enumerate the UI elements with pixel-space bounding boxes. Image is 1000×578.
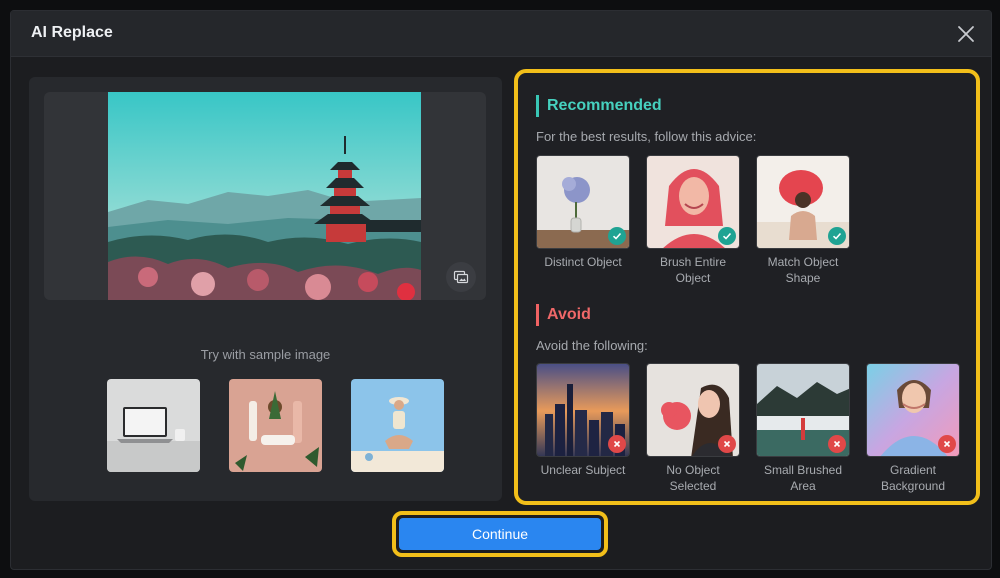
tip-thumbnail	[646, 155, 740, 249]
tip-caption: No Object Selected	[666, 463, 720, 493]
avoid-no-object-selected: No Object Selected	[646, 363, 740, 494]
check-icon	[718, 227, 736, 245]
tip-match-object-shape: Match Object Shape	[756, 155, 850, 286]
tip-distinct-object: Distinct Object	[536, 155, 630, 270]
tip-brush-entire-object: Brush Entire Object	[646, 155, 740, 286]
tip-thumbnail	[756, 363, 850, 457]
preview-area	[44, 92, 486, 300]
tip-caption: Brush Entire Object	[659, 255, 727, 285]
tip-thumbnail	[536, 155, 630, 249]
dialog-titlebar: AI Replace	[11, 11, 991, 57]
cross-icon	[938, 435, 956, 453]
cross-icon	[718, 435, 736, 453]
preview-image	[108, 92, 421, 300]
image-compare-icon[interactable]	[446, 262, 476, 292]
check-icon	[608, 227, 626, 245]
avoid-gradient-background: Gradient Background	[866, 363, 960, 494]
sample-image-label: Try with sample image	[200, 347, 331, 362]
avoid-small-brushed-area: Small Brushed Area	[756, 363, 850, 494]
tip-thumbnail	[756, 155, 850, 249]
tip-caption: Small Brushed Area	[763, 463, 843, 493]
tip-caption: Unclear Subject	[540, 463, 626, 477]
dialog-title: AI Replace	[31, 24, 113, 41]
avoid-subtitle: Avoid the following:	[536, 338, 648, 353]
sample-beach[interactable]	[351, 379, 444, 472]
tips-panel: Recommended For the best results, follow…	[514, 69, 980, 505]
continue-button[interactable]: Continue	[392, 511, 608, 557]
close-icon[interactable]	[955, 23, 977, 45]
cross-icon	[608, 435, 626, 453]
tip-caption: Gradient Background	[880, 463, 946, 493]
sample-laptop[interactable]	[107, 379, 200, 472]
sample-cosmetics[interactable]	[229, 379, 322, 472]
tip-caption: Distinct Object	[544, 255, 622, 269]
avoid-heading: Avoid	[536, 304, 591, 326]
preview-panel: Try with sample image	[29, 77, 502, 501]
ai-replace-dialog: AI Replace Try with sample image Recomme…	[10, 10, 992, 570]
cross-icon	[828, 435, 846, 453]
recommended-subtitle: For the best results, follow this advice…	[536, 129, 757, 144]
continue-button-label: Continue	[399, 518, 601, 550]
tip-caption: Match Object Shape	[767, 255, 839, 285]
tip-thumbnail	[866, 363, 960, 457]
avoid-unclear-subject: Unclear Subject	[536, 363, 630, 478]
recommended-heading: Recommended	[536, 95, 662, 117]
check-icon	[828, 227, 846, 245]
tip-thumbnail	[536, 363, 630, 457]
tip-thumbnail	[646, 363, 740, 457]
